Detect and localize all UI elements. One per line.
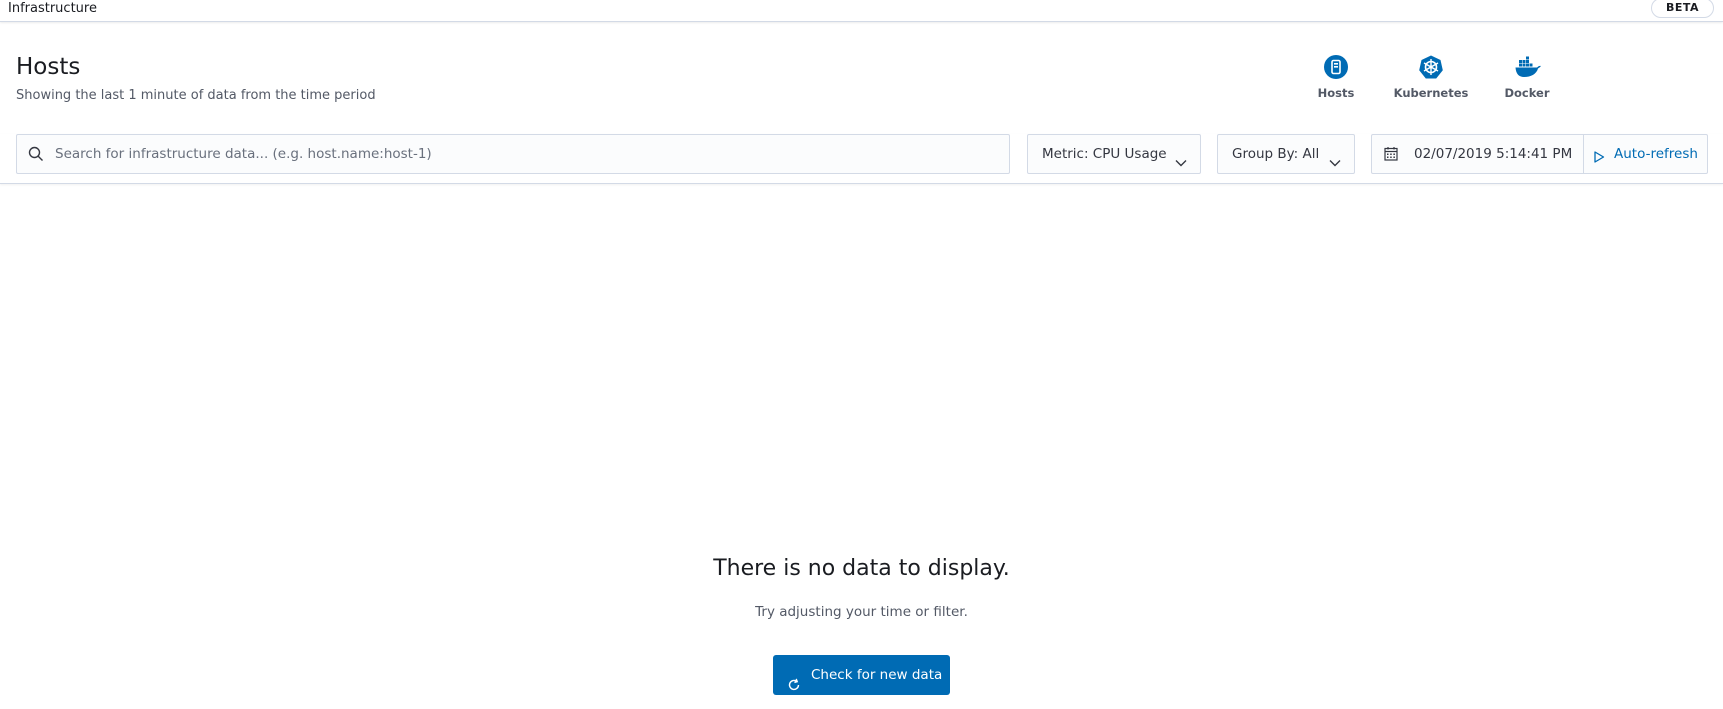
page-title: Hosts [16, 54, 81, 80]
check-for-new-data-label: Check for new data [811, 667, 943, 683]
calendar-icon[interactable] [1384, 146, 1398, 165]
app-title: Infrastructure [8, 1, 97, 16]
node-type-kubernetes-label: Kubernetes [1393, 86, 1469, 100]
metric-select-label: Metric: CPU Usage [1042, 146, 1167, 162]
auto-refresh-label: Auto-refresh [1614, 146, 1698, 162]
groupby-select[interactable]: Group By: All [1217, 134, 1355, 174]
groupby-select-label: Group By: All [1232, 146, 1320, 162]
top-bar: Infrastructure BETA [0, 0, 1723, 22]
refresh-icon [787, 668, 801, 708]
beta-badge: BETA [1650, 0, 1714, 18]
check-for-new-data-button[interactable]: Check for new data [773, 655, 950, 695]
empty-state-body: Try adjusting your time or filter. [755, 604, 968, 620]
play-icon [1593, 148, 1605, 167]
docker-icon [1514, 54, 1541, 80]
empty-state-title: There is no data to display. [713, 556, 1010, 581]
toolbar: Metric: CPU Usage Group By: All 02/07/20… [0, 134, 1723, 184]
date-picker: 02/07/2019 5:14:41 PM Auto-refresh [1371, 134, 1708, 174]
host-icon [1323, 54, 1349, 80]
auto-refresh-button[interactable]: Auto-refresh [1584, 135, 1708, 173]
search-bar [16, 134, 1010, 174]
node-type-docker[interactable]: Docker [1482, 54, 1572, 100]
node-type-hosts[interactable]: Hosts [1291, 54, 1381, 100]
chevron-down-icon [1328, 147, 1342, 185]
node-type-docker-label: Docker [1504, 86, 1550, 100]
node-type-kubernetes[interactable]: Kubernetes [1386, 54, 1476, 100]
date-value[interactable]: 02/07/2019 5:14:41 PM [1414, 135, 1572, 173]
metric-select[interactable]: Metric: CPU Usage [1027, 134, 1201, 174]
chevron-down-icon [1174, 147, 1188, 185]
kubernetes-icon [1418, 54, 1444, 80]
page-subtitle: Showing the last 1 minute of data from t… [16, 88, 376, 103]
node-type-hosts-label: Hosts [1317, 86, 1355, 100]
search-icon [28, 146, 44, 166]
search-input[interactable] [55, 135, 995, 173]
